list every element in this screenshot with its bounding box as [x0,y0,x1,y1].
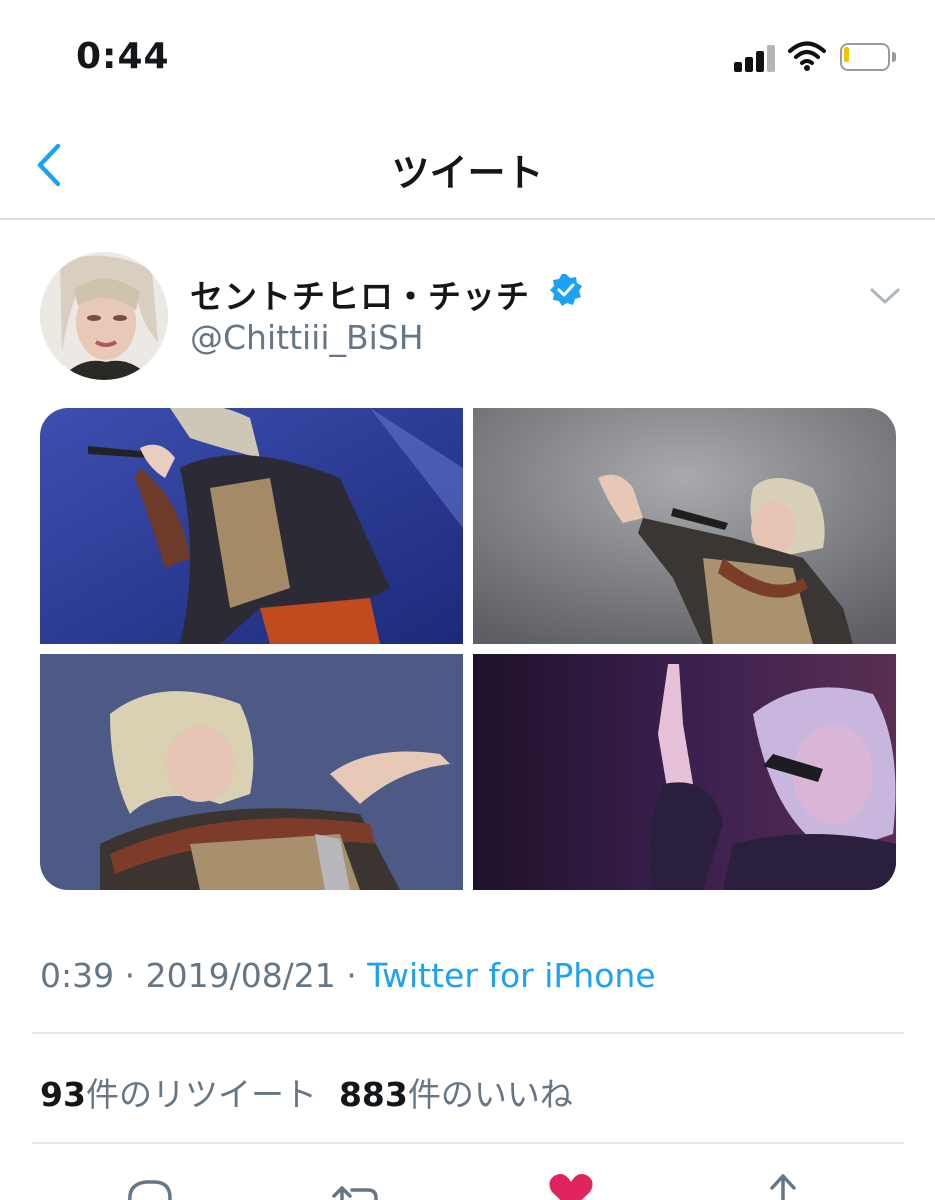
tweet-action-bar [0,1160,935,1200]
avatar[interactable] [40,252,168,380]
nav-bar: ツイート [0,110,935,220]
battery-low-icon [840,43,896,71]
divider [32,1142,904,1144]
photo-performer-purple-stage[interactable] [473,654,896,890]
tweet-time: 0:39 [40,956,115,995]
chevron-down-icon[interactable] [868,284,902,308]
like-icon[interactable] [546,1170,596,1200]
tweet-author-header: セントチヒロ・チッチ @Chittiii_BiSH [0,240,935,390]
status-time: 0:44 [76,36,170,77]
retweet-count: 93 [40,1075,86,1114]
tweet-source-link[interactable]: Twitter for iPhone [367,956,655,995]
media-grid [40,408,896,890]
retweet-label: 件のリツイート [85,1075,317,1114]
battery-level-fill [844,47,849,62]
verified-badge-icon [550,274,582,306]
meta-separator: · [335,956,368,995]
retweet-icon[interactable] [330,1170,380,1200]
meta-separator: · [114,956,146,995]
like-count: 883 [338,1075,408,1114]
divider [32,1032,904,1034]
photo-performer-blue-stage[interactable] [40,408,463,644]
photo-performer-blue-closeup[interactable] [40,654,463,890]
retweets-stat[interactable]: 93件のリツイート [40,1075,317,1114]
tweet-date: 2019/08/21 [145,956,336,995]
wifi-icon [788,41,826,71]
likes-stat[interactable]: 883件のいいね [339,1075,573,1114]
username[interactable]: @Chittiii_BiSH [190,318,424,357]
like-label: 件のいいね [407,1075,573,1114]
tweet-meta: 0:39 · 2019/08/21 · Twitter for iPhone [40,956,656,995]
page-title: ツイート [391,151,544,195]
share-icon[interactable] [758,1170,808,1200]
tweet-stats: 93件のリツイート 883件のいいね [40,1068,573,1116]
photo-performer-grey-stage[interactable] [473,408,896,644]
status-bar: 0:44 [0,0,935,110]
reply-icon[interactable] [124,1170,174,1200]
display-name[interactable]: セントチヒロ・チッチ [190,270,530,318]
cellular-signal-icon [734,44,776,72]
